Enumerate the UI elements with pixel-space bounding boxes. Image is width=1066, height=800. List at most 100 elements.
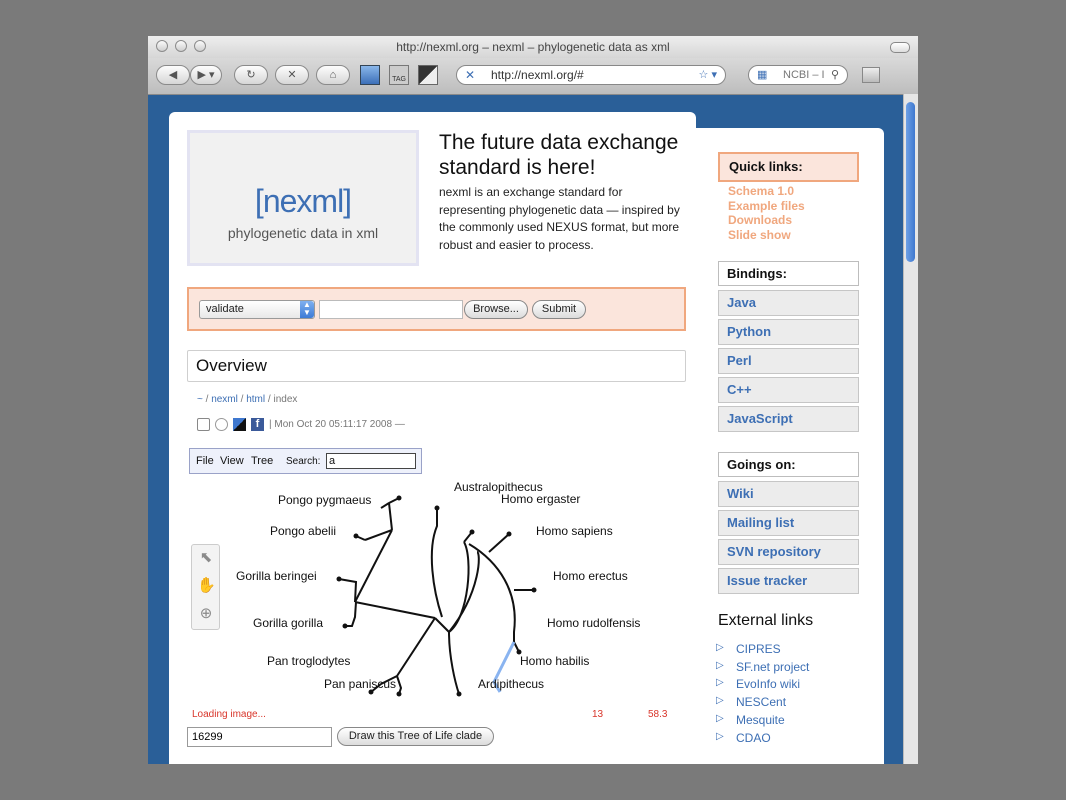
forward-button[interactable]: ▶ ▾ xyxy=(190,65,222,85)
breadcrumb-html[interactable]: html xyxy=(246,394,265,405)
external-links-heading: External links xyxy=(718,612,814,629)
tip-dot xyxy=(469,529,475,535)
tree-branch-gorilla xyxy=(338,578,358,627)
goings-on-mailing-list[interactable]: Mailing list xyxy=(718,510,859,536)
hand-tool-icon[interactable]: ✋ xyxy=(197,577,216,595)
tip-dot xyxy=(336,576,342,582)
vertical-scrollbar[interactable] xyxy=(903,94,918,764)
external-link-label: Mesquite xyxy=(736,713,785,727)
stat-count: 13 xyxy=(592,709,604,720)
action-select[interactable]: validate ▲ ▼ xyxy=(199,300,315,319)
tree-branch-pongo xyxy=(354,529,393,603)
tip-dot xyxy=(353,533,359,539)
search-engine-icon[interactable]: ▦ xyxy=(757,66,767,84)
taxon-pan-troglodytes: Pan troglodytes xyxy=(267,654,351,668)
goings-on-wiki[interactable]: Wiki xyxy=(718,481,859,507)
digg-icon[interactable] xyxy=(197,418,210,431)
tree-root-branch xyxy=(434,617,450,633)
binding-perl[interactable]: Perl xyxy=(718,348,859,374)
binding-cpp[interactable]: C++ xyxy=(718,377,859,403)
page-headline: The future data exchange standard is her… xyxy=(439,131,679,179)
triangle-icon: ▷ xyxy=(716,695,724,706)
overview-heading: Overview xyxy=(187,350,686,382)
tag-icon[interactable]: TAG xyxy=(389,65,409,85)
back-arrow-icon: ◀ xyxy=(168,69,178,81)
draw-clade-button[interactable]: Draw this Tree of Life clade xyxy=(337,727,494,746)
tree-branch-apes xyxy=(354,601,436,619)
binding-python[interactable]: Python xyxy=(718,319,859,345)
reload-button[interactable]: ↻ xyxy=(234,65,268,85)
breadcrumb-sep: / xyxy=(205,394,209,405)
search-field[interactable]: ▦ NCBI – I ⚲ xyxy=(748,65,848,85)
clade-id-input[interactable]: 16299 xyxy=(187,727,332,747)
external-link-label: NESCent xyxy=(736,695,787,709)
tip-dot xyxy=(396,691,402,697)
search-icon: ⚲ xyxy=(830,69,839,81)
breadcrumb: ~ / nexml / html / index xyxy=(197,394,297,405)
tree-branch-pongo-abelii xyxy=(355,529,393,541)
goings-on-svn[interactable]: SVN repository xyxy=(718,539,859,565)
menu-view[interactable]: View xyxy=(220,455,244,467)
reddit-icon[interactable] xyxy=(215,418,228,431)
external-link-cipres[interactable]: ▷ CIPRES xyxy=(716,642,781,656)
external-link-nescent[interactable]: ▷ NESCent xyxy=(716,695,787,709)
stop-icon: ✕ xyxy=(287,69,297,81)
breadcrumb-home[interactable]: ~ xyxy=(197,394,203,405)
quick-link-examples[interactable]: Example files xyxy=(728,199,805,213)
tree-branch-homo-ergaster xyxy=(448,531,473,633)
address-text: http://nexml.org/# xyxy=(491,68,584,82)
address-bar[interactable]: ✕ http://nexml.org/# ☆ ▾ xyxy=(456,65,726,85)
binding-javascript[interactable]: JavaScript xyxy=(718,406,859,432)
quick-link-schema[interactable]: Schema 1.0 xyxy=(728,184,794,198)
tree-branch-homo-sapiens xyxy=(488,533,510,553)
browse-button[interactable]: Browse... xyxy=(464,300,528,319)
home-icon: ⌂ xyxy=(329,69,337,81)
toolbar-toggle-button[interactable] xyxy=(890,42,910,53)
delicious-icon[interactable] xyxy=(418,65,438,85)
triangle-icon: ▷ xyxy=(716,677,724,688)
home-button[interactable]: ⌂ xyxy=(316,65,350,85)
tip-dot xyxy=(434,505,440,511)
external-link-mesquite[interactable]: ▷ Mesquite xyxy=(716,713,785,727)
tree-branch-homo-rudolfensis xyxy=(513,641,520,653)
tree-branch-ardipithecus xyxy=(448,631,460,695)
bindings-heading: Bindings: xyxy=(718,261,859,286)
breadcrumb-nexml[interactable]: nexml xyxy=(211,394,238,405)
tabs-overview-icon[interactable] xyxy=(862,67,880,83)
zoom-tool-icon[interactable]: ⊕ xyxy=(197,605,215,623)
tree-branch-pongo-pygmaeus xyxy=(380,497,400,531)
title-bar: http://nexml.org – nexml – phylogenetic … xyxy=(148,36,918,59)
menu-file[interactable]: File xyxy=(196,455,214,467)
window-title: http://nexml.org – nexml – phylogenetic … xyxy=(396,40,670,54)
external-link-sfnet[interactable]: ▷ SF.net project xyxy=(716,660,809,674)
quick-link-downloads[interactable]: Downloads xyxy=(728,213,792,227)
quick-link-slideshow[interactable]: Slide show xyxy=(728,228,791,242)
goings-on-issue-tracker[interactable]: Issue tracker xyxy=(718,568,859,594)
external-link-evoinfo[interactable]: ▷ EvoInfo wiki xyxy=(716,677,800,691)
action-select-value: validate xyxy=(206,303,244,315)
submit-button[interactable]: Submit xyxy=(532,300,586,319)
forward-arrow-icon: ▶ ▾ xyxy=(197,69,215,81)
sidebar: Quick links: Schema 1.0 Example files Do… xyxy=(696,128,884,764)
bookmark-icon[interactable] xyxy=(360,65,380,85)
binding-java[interactable]: Java xyxy=(718,290,859,316)
tree-search-input[interactable]: a xyxy=(326,453,416,469)
browser-window: http://nexml.org – nexml – phylogenetic … xyxy=(148,36,918,764)
external-link-cdao[interactable]: ▷ CDAO xyxy=(716,731,771,745)
menu-tree[interactable]: Tree xyxy=(251,455,273,467)
delicious-share-icon[interactable] xyxy=(233,418,246,431)
back-button[interactable]: ◀ xyxy=(156,65,190,85)
tree-tool-palette: ⬉ ✋ ⊕ xyxy=(191,544,220,630)
tree-branch-homo-crown xyxy=(468,543,516,642)
stop-button[interactable]: ✕ xyxy=(275,65,309,85)
rss-star-icon[interactable]: ☆ ▾ xyxy=(699,66,717,84)
external-link-label: CIPRES xyxy=(736,642,781,656)
scrollbar-thumb[interactable] xyxy=(906,102,915,262)
browser-toolbar: ◀ ▶ ▾ ↻ ✕ ⌂ TAG ✕ http://nexml.org/# ☆ ▾… xyxy=(148,58,918,95)
pointer-tool-icon[interactable]: ⬉ xyxy=(197,549,215,567)
search-placeholder: NCBI – I xyxy=(783,69,825,81)
tree-branch-australopithecus xyxy=(430,508,443,618)
file-path-input[interactable] xyxy=(319,300,463,319)
facebook-icon[interactable]: f xyxy=(251,418,264,431)
breadcrumb-sep: / xyxy=(240,394,244,405)
